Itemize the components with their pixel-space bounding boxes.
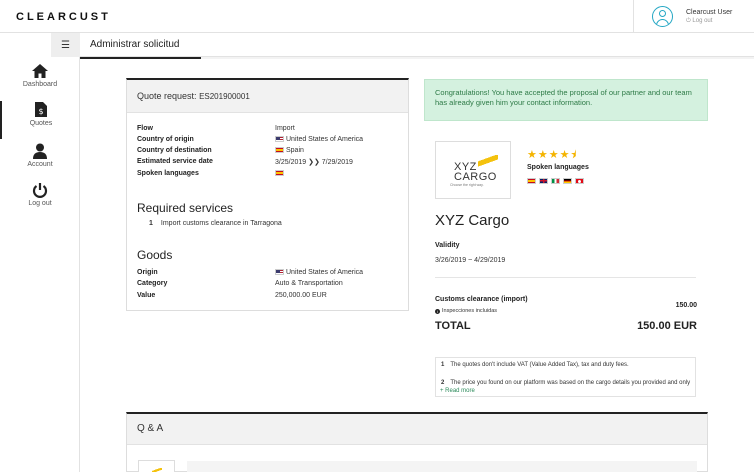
qa-message-bubble xyxy=(187,461,697,472)
validity-value: 3/26/2019 ~ 4/29/2019 xyxy=(435,257,506,264)
top-bar: CLEARCUST Clearcust User ⏻ Log out xyxy=(0,0,754,33)
required-services-title: Required services xyxy=(137,201,234,215)
total-label: TOTAL xyxy=(435,320,471,332)
field-value: United States of America xyxy=(275,269,363,276)
note-item: 2 The price you found on our platform was… xyxy=(441,380,690,386)
sidebar-item-label: Dashboard xyxy=(22,81,58,88)
service-item: 1 Import customs clearance in Tarragona xyxy=(149,220,282,227)
sidebar-item-logout[interactable]: Log out xyxy=(0,182,80,220)
de-flag-icon xyxy=(563,178,572,184)
qa-title: Q & A xyxy=(127,414,707,445)
header-logout-link[interactable]: ⏻ Log out xyxy=(686,18,712,25)
field-key: Value xyxy=(137,292,156,299)
validity-label: Validity xyxy=(435,242,460,249)
qa-card: Q & A xyxy=(126,412,708,472)
sidebar-item-label: Quotes xyxy=(29,120,53,127)
provider-language-flags xyxy=(527,176,587,185)
read-more-link[interactable]: + Read more xyxy=(440,388,690,394)
logo-wing-icon xyxy=(152,468,162,472)
es-flag-icon xyxy=(275,170,284,176)
service-number: 1 xyxy=(149,220,153,227)
it-flag-icon xyxy=(551,178,560,184)
total-value: 150.00 EUR xyxy=(637,320,697,332)
service-label: Import customs clearance in Tarragona xyxy=(160,220,282,227)
field-value: United States of America xyxy=(275,136,363,143)
es-flag-icon xyxy=(527,178,536,184)
goods-title: Goods xyxy=(137,248,173,262)
quote-request-card: Quote request: ES201900001 Flow Import C… xyxy=(126,78,409,311)
us-flag-icon xyxy=(275,269,284,275)
qa-provider-avatar xyxy=(138,460,175,472)
sidebar-item-account[interactable]: Account xyxy=(0,143,80,181)
inspections-text: Inspecciones incluidas xyxy=(442,308,498,314)
quote-request-header: Quote request: ES201900001 xyxy=(127,80,408,113)
field-value-text: Spain xyxy=(286,147,304,154)
menu-toggle-icon[interactable]: ☰ xyxy=(51,33,80,57)
clearance-value: 150.00 xyxy=(675,302,697,309)
user-name: Clearcust User xyxy=(686,9,733,16)
provider-logo: XYZ CARGO Choose the right way. xyxy=(435,141,511,199)
sidebar: ☰ Dashboard $ Quotes Account Log out xyxy=(0,33,80,472)
field-key: Country of destination xyxy=(137,147,212,154)
es-flag-icon xyxy=(275,147,284,153)
quote-request-label: Quote request: xyxy=(137,91,197,101)
page-title[interactable]: Administrar solicitud xyxy=(90,39,179,50)
field-value-text: United States of America xyxy=(286,269,364,276)
field-value-text: United States of America xyxy=(286,136,364,143)
sidebar-item-quotes[interactable]: $ Quotes xyxy=(0,101,80,139)
field-key: Flow xyxy=(137,125,153,132)
tr-flag-icon xyxy=(575,178,584,184)
sidebar-item-label: Log out xyxy=(28,200,52,207)
sidebar-item-label: Account xyxy=(27,161,53,168)
divider xyxy=(435,277,696,278)
provider-name: XYZ Cargo xyxy=(435,212,510,229)
note-item: 1 The quotes don't include VAT (Value Add… xyxy=(441,362,629,368)
field-value: Auto & Transportation xyxy=(275,280,343,287)
rating-stars-icon: ★★★★⯨ xyxy=(527,149,578,161)
note-number: 1 xyxy=(441,362,445,368)
field-value: 250,000.00 EUR xyxy=(275,292,327,299)
field-value: 3/25/2019 ❯❯ 7/29/2019 xyxy=(275,159,353,166)
power-icon xyxy=(32,183,48,198)
note-text: The quotes don't include VAT (Value Adde… xyxy=(450,362,629,368)
clearance-label: Customs clearance (import) xyxy=(435,296,528,303)
info-icon: i xyxy=(435,309,440,314)
provider-spoken-languages-label: Spoken languages xyxy=(527,164,589,171)
page-header: Administrar solicitud xyxy=(80,33,754,57)
note-number: 2 xyxy=(441,380,445,386)
gb-flag-icon xyxy=(539,178,548,184)
field-value: Import xyxy=(275,125,295,132)
terms-notes[interactable]: 1 The quotes don't include VAT (Value Add… xyxy=(435,357,696,397)
user-menu[interactable]: Clearcust User ⏻ Log out xyxy=(633,0,754,33)
invoice-dollar-icon: $ xyxy=(35,102,47,117)
app-logo[interactable]: CLEARCUST xyxy=(16,11,111,23)
field-key: Category xyxy=(137,280,168,287)
inspections-note: i Inspecciones incluidas xyxy=(435,308,497,314)
field-key: Country of origin xyxy=(137,136,194,143)
sidebar-item-dashboard[interactable]: Dashboard xyxy=(0,63,80,101)
provider-logo-text: XYZ CARGO xyxy=(454,162,497,183)
quote-request-number: ES201900001 xyxy=(199,92,250,101)
home-icon xyxy=(32,64,48,78)
note-text: The price you found on our platform was … xyxy=(450,380,691,386)
field-value: Spain xyxy=(275,147,304,154)
user-icon xyxy=(33,143,47,159)
logo-line-2: CARGO xyxy=(454,171,497,183)
svg-text:$: $ xyxy=(38,107,43,116)
field-key: Spoken languages xyxy=(137,170,199,177)
field-key: Estimated service date xyxy=(137,158,213,165)
provider-logo-tagline: Choose the right way. xyxy=(450,183,484,187)
field-value xyxy=(275,170,286,177)
success-alert: Congratulations! You have accepted the p… xyxy=(424,79,708,121)
us-flag-icon xyxy=(275,136,284,142)
user-avatar-icon[interactable] xyxy=(652,6,673,27)
field-key: Origin xyxy=(137,269,158,276)
proposal-panel: XYZ CARGO Choose the right way. ★★★★⯨ Spo… xyxy=(424,129,708,403)
